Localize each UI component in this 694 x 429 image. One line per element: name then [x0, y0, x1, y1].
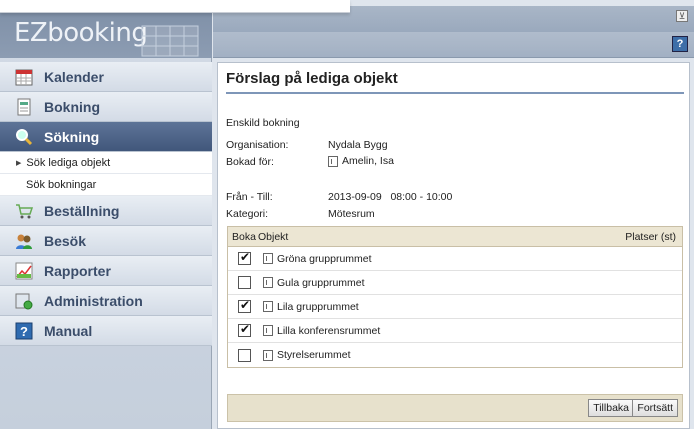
nav-item-label: Rapporter: [44, 262, 111, 279]
nav-item-besok[interactable]: Besök: [0, 226, 212, 256]
object-name: Gröna grupprummet: [277, 252, 372, 265]
object-info-icon[interactable]: [263, 253, 273, 264]
document-icon: [14, 97, 34, 117]
nav-item-bokning[interactable]: Bokning: [0, 92, 212, 122]
nav-item-label: Administration: [44, 292, 143, 309]
organisation-label: Organisation:: [226, 139, 289, 151]
column-header-boka: Boka: [232, 230, 256, 243]
book-checkbox[interactable]: [238, 322, 251, 337]
back-button[interactable]: Tillbaka: [588, 399, 634, 417]
category-value: Mötesrum: [328, 208, 375, 220]
pin-icon[interactable]: ⊻: [676, 10, 688, 22]
nav-item-rapporter[interactable]: Rapporter: [0, 256, 212, 286]
nav-item-bestallning[interactable]: Beställning: [0, 196, 212, 226]
object-name: Styrelserummet: [277, 349, 351, 361]
help-button[interactable]: ?: [672, 36, 688, 52]
object-name: Lilla konferensrummet: [277, 324, 381, 337]
title-divider: [226, 92, 684, 94]
from-to-label: Från - Till:: [226, 191, 273, 203]
table-row: Lila grupprummet: [228, 295, 682, 319]
object-info-icon[interactable]: [263, 325, 273, 336]
object-info-icon[interactable]: [263, 349, 273, 361]
sub-toolbar: ?: [213, 32, 694, 58]
calendar-grid-logo-icon: [141, 25, 199, 57]
booked-for-label: Bokad för:: [226, 156, 274, 168]
organisation-value: Nydala Bygg: [328, 139, 388, 151]
nav-item-label: Manual: [44, 322, 93, 339]
nav-item-label: Beställning: [44, 202, 120, 219]
table-header: Boka Objekt Platser (st): [228, 227, 682, 247]
nav-item-kalender[interactable]: Kalender: [0, 62, 212, 92]
sidebar: EZbooking Kalender Bokning Sökning ▶ Sök…: [0, 0, 212, 429]
help-icon: ?: [14, 321, 34, 341]
book-checkbox[interactable]: [238, 348, 251, 362]
action-footer: Tillbaka Fortsätt: [227, 394, 683, 422]
window-overlay-bar: [0, 0, 350, 13]
bullet-arrow-icon: ▶: [16, 159, 22, 167]
table-row: Styrelserummet: [228, 343, 682, 367]
object-name: Lila grupprummet: [277, 300, 359, 313]
object-info-icon[interactable]: [263, 277, 273, 288]
nav-item-label: Sökning: [44, 128, 100, 145]
nav-item-manual[interactable]: ? Manual: [0, 316, 212, 346]
sub-item-label: Sök lediga objekt: [26, 156, 111, 169]
sub-item-sok-lediga-objekt[interactable]: ▶ Sök lediga objekt: [0, 152, 212, 174]
magnifier-icon: [14, 127, 34, 147]
contact-card-icon: [328, 155, 338, 167]
page-title: Förslag på lediga objekt: [226, 70, 398, 87]
booking-type: Enskild bokning: [226, 117, 300, 129]
nav-item-label: Kalender: [44, 68, 104, 85]
sub-item-sok-bokningar[interactable]: Sök bokningar: [0, 174, 212, 196]
app-logo: EZbooking: [14, 18, 148, 48]
visitors-icon: [14, 231, 34, 251]
column-header-platser: Platser (st): [625, 230, 676, 243]
nav-item-administration[interactable]: Administration: [0, 286, 212, 316]
calendar-icon: [14, 67, 34, 87]
book-checkbox[interactable]: [238, 276, 251, 289]
nav-item-sokning[interactable]: Sökning: [0, 122, 212, 152]
object-name: Gula grupprummet: [277, 276, 365, 289]
main-nav: Kalender Bokning Sökning ▶ Sök lediga ob…: [0, 62, 212, 346]
book-checkbox[interactable]: [238, 250, 251, 265]
table-row: Gröna grupprummet: [228, 247, 682, 271]
continue-button[interactable]: Fortsätt: [632, 399, 678, 417]
main-area: ⊻ ? Förslag på lediga objekt Enskild bok…: [213, 0, 694, 429]
shopping-cart-icon: [14, 201, 34, 221]
book-checkbox[interactable]: [238, 298, 251, 313]
sub-item-label: Sök bokningar: [26, 178, 97, 191]
table-row: Lilla konferensrummet: [228, 319, 682, 343]
booked-for-value: Amelin, Isa: [328, 155, 394, 167]
from-to-value: 2013-09-09 08:00 - 10:00: [328, 191, 453, 203]
svg-text:?: ?: [20, 324, 28, 339]
booked-for-name[interactable]: Amelin, Isa: [342, 155, 394, 167]
nav-item-label: Besök: [44, 232, 87, 249]
table-row: Gula grupprummet: [228, 271, 682, 295]
objects-table: Boka Objekt Platser (st) Gröna grupprumm…: [227, 226, 683, 368]
chart-report-icon: [14, 261, 34, 281]
column-header-objekt: Objekt: [258, 230, 289, 243]
settings-icon: [14, 291, 34, 311]
nav-item-label: Bokning: [44, 98, 100, 115]
category-label: Kategori:: [226, 208, 269, 220]
object-info-icon[interactable]: [263, 301, 273, 312]
